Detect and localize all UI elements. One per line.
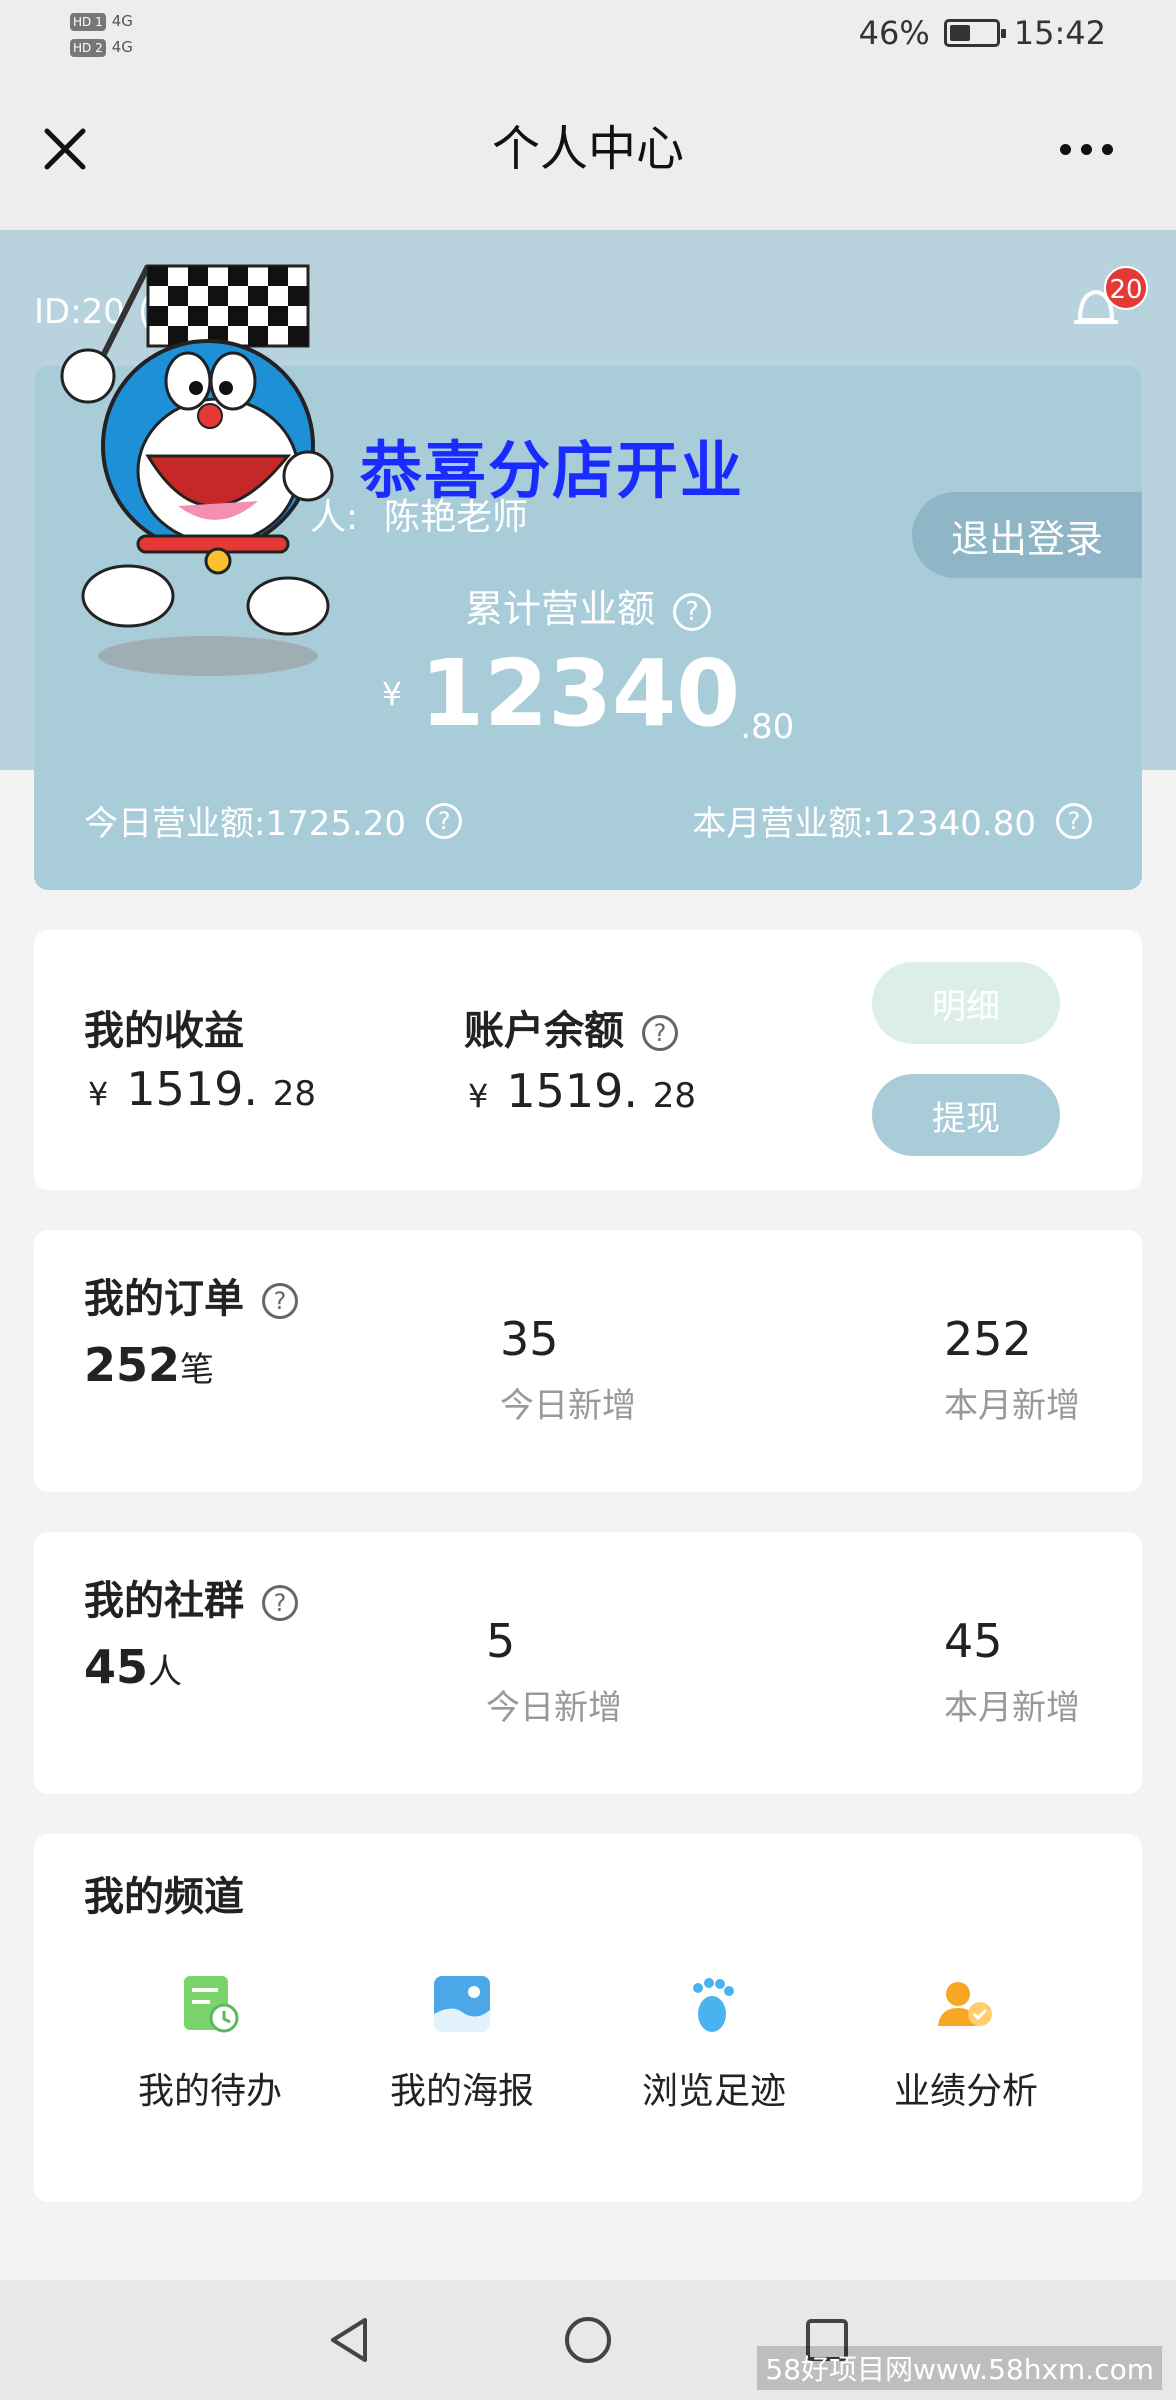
channels-title: 我的频道 (84, 1874, 244, 1920)
clock: 15:42 (1013, 14, 1106, 52)
more-menu-button[interactable] (1046, 114, 1126, 184)
orders-count: 252笔 (84, 1338, 214, 1392)
more-dot-icon (1059, 143, 1071, 155)
battery-icon (943, 19, 1006, 47)
status-bar: HD 1 4G HD 2 4G 46% 15:42 (0, 0, 1176, 74)
network1-label: 4G (111, 12, 133, 30)
groups-title-text: 我的社群 (84, 1578, 244, 1624)
back-nav-button[interactable] (319, 2310, 379, 2370)
poster-icon (434, 1976, 490, 2032)
sim1-label: HD 1 (70, 13, 106, 31)
withdraw-button[interactable]: 提现 (872, 1074, 1060, 1156)
total-revenue-label: 累计营业额? (0, 578, 1176, 633)
orders-today-label: 今日新增 (500, 1386, 636, 1426)
sim2-label: HD 2 (70, 39, 106, 57)
channel-label-footprint: 浏览足迹 (641, 2071, 786, 2112)
help-icon[interactable]: ? (426, 802, 463, 839)
orders-count-value: 252 (84, 1338, 181, 1392)
performance-icon (938, 1982, 992, 2026)
logout-button[interactable]: 退出登录 (912, 492, 1142, 578)
help-icon[interactable]: ? (642, 1015, 678, 1051)
groups-count-unit: 人 (148, 1652, 183, 1692)
orders-card[interactable]: 我的订单? 252笔 35 今日新增 252 本月新增 (34, 1230, 1142, 1492)
channel-label-poster: 我的海报 (389, 2071, 534, 2112)
groups-month-value: 45 (944, 1614, 1003, 1668)
total-revenue-text: 累计营业额 (464, 587, 655, 631)
todo-icon (184, 1976, 239, 2033)
my-income-integer: 1519. (126, 1062, 259, 1116)
channel-list: 我的待办 我的海报 浏览足迹 业绩分析 (34, 1974, 1142, 2114)
balance-label-text: 账户余额 (464, 1008, 624, 1054)
total-revenue-decimal: .80 (740, 707, 795, 747)
groups-count-value: 45 (84, 1640, 149, 1694)
orders-month-value: 252 (944, 1312, 1032, 1366)
groups-month-label: 本月新增 (944, 1688, 1080, 1728)
my-income-amount: ¥1519. 28 (88, 1062, 316, 1116)
channel-item-footprint[interactable]: 浏览足迹 (604, 1974, 824, 2114)
channel-item-poster[interactable]: 我的海报 (352, 1974, 572, 2114)
groups-today-value: 5 (486, 1614, 516, 1668)
currency-symbol: ¥ (381, 674, 403, 713)
footprint-icon (693, 1978, 734, 2032)
balance-integer: 1519. (506, 1064, 639, 1118)
home-circle-icon (564, 2317, 611, 2363)
channel-item-performance[interactable]: 业绩分析 (856, 1974, 1076, 2114)
groups-count: 45人 (84, 1640, 182, 1694)
balance-amount: ¥1519. 28 (468, 1064, 696, 1118)
owner-prefix: 人: (310, 497, 359, 538)
my-income-label: 我的收益 (84, 1008, 244, 1054)
channel-label-todo: 我的待办 (137, 2071, 282, 2112)
month-revenue-text: 本月营业额:12340.80 (692, 804, 1036, 844)
more-dot-icon (1080, 143, 1092, 155)
month-revenue: 本月营业额:12340.80? (692, 796, 1092, 845)
notification-badge: 20 (1104, 266, 1148, 310)
watermark: 58好项目网www.58hxm.com (757, 2346, 1162, 2390)
page-title: 个人中心 (491, 121, 684, 177)
orders-month-label: 本月新增 (944, 1386, 1080, 1426)
app-header: 个人中心 (0, 74, 1176, 230)
channels-card: 我的频道 我的待办 我的海报 浏览足迹 业绩分析 (34, 1834, 1142, 2202)
my-income-decimal: 28 (272, 1074, 316, 1114)
channel-label-performance: 业绩分析 (893, 2071, 1038, 2112)
owner-name: 陈艳老师 (384, 497, 529, 538)
orders-title-text: 我的订单 (84, 1276, 244, 1322)
help-icon[interactable]: ? (262, 1585, 298, 1621)
groups-card[interactable]: 我的社群? 45人 5 今日新增 45 本月新增 (34, 1532, 1142, 1794)
today-revenue: 今日营业额:1725.20? (84, 796, 463, 845)
balance-label: 账户余额? (464, 998, 678, 1056)
network2-label: 4G (111, 38, 133, 56)
help-icon[interactable]: ? (262, 1283, 298, 1319)
battery-percent: 46% (858, 14, 930, 52)
balance-decimal: 28 (652, 1076, 696, 1116)
groups-today-label: 今日新增 (486, 1688, 622, 1728)
channel-item-todo[interactable]: 我的待办 (100, 1974, 320, 2114)
today-revenue-text: 今日营业额:1725.20 (84, 804, 407, 844)
status-right: 46% 15:42 (859, 14, 1106, 52)
orders-title: 我的订单? (84, 1266, 298, 1324)
detail-button[interactable]: 明细 (872, 962, 1060, 1044)
help-icon[interactable]: ? (1056, 802, 1092, 839)
earnings-card: 我的收益 ¥1519. 28 账户余额? ¥1519. 28 明细 提现 (34, 930, 1142, 1190)
orders-today-value: 35 (500, 1312, 559, 1366)
help-icon[interactable]: ? (673, 592, 711, 631)
back-triangle-icon (331, 2318, 368, 2362)
sim-indicator: HD 1 4G HD 2 4G (70, 8, 133, 60)
total-revenue-integer: 12340 (420, 640, 741, 747)
groups-title: 我的社群? (84, 1568, 298, 1626)
home-nav-button[interactable] (558, 2310, 618, 2370)
total-revenue-amount: ¥12340.80 (0, 640, 1176, 747)
more-dot-icon (1101, 143, 1113, 155)
battery-fill (949, 25, 970, 41)
orders-count-unit: 笔 (180, 1350, 215, 1390)
